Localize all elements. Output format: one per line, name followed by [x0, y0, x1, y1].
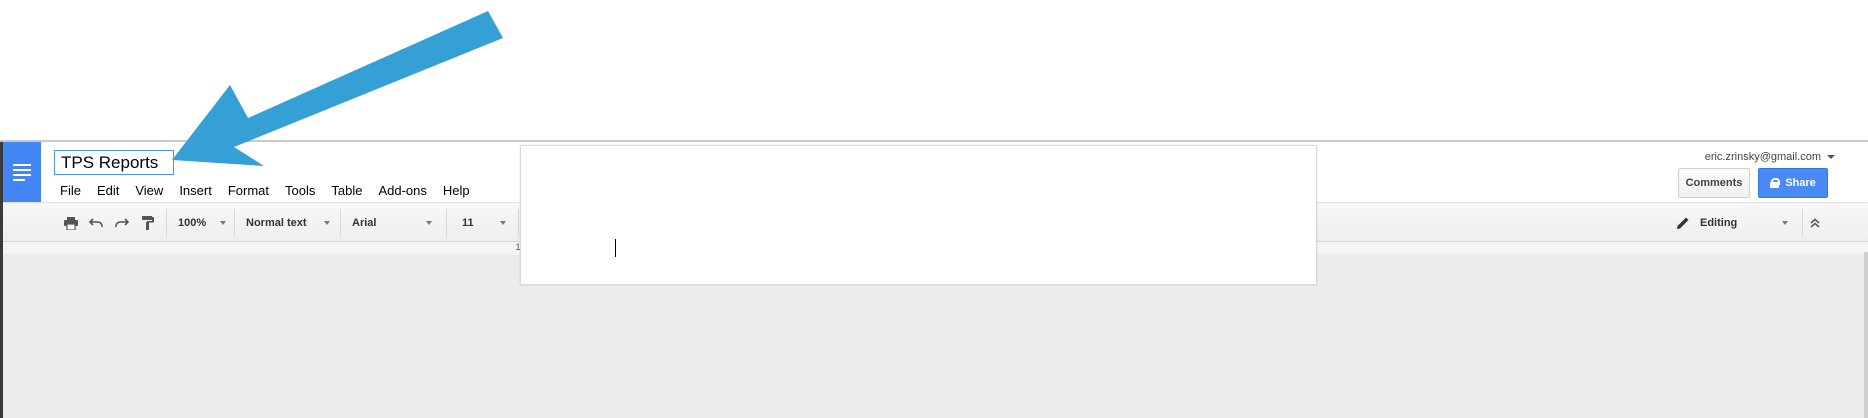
paragraph-style-select[interactable]: Normal text: [240, 211, 336, 235]
editing-mode-value: Editing: [1700, 217, 1738, 229]
menu-format[interactable]: Format: [220, 181, 277, 200]
font-size-value: 11: [462, 217, 474, 229]
collapse-menus-icon[interactable]: [1804, 211, 1826, 235]
menu-table[interactable]: Table: [323, 181, 370, 200]
paint-format-icon[interactable]: [137, 211, 159, 235]
zoom-select[interactable]: 100%: [172, 211, 232, 235]
menu-edit[interactable]: Edit: [89, 181, 127, 200]
menu-tools[interactable]: Tools: [277, 181, 323, 200]
menu-file[interactable]: File: [52, 181, 89, 200]
pencil-icon: [1677, 217, 1689, 229]
print-icon[interactable]: [60, 211, 82, 235]
screenshot-stage: File Edit View Insert Format Tools Table…: [0, 0, 1868, 418]
menu-view[interactable]: View: [127, 181, 171, 200]
comments-button[interactable]: Comments: [1678, 168, 1750, 198]
zoom-value: 100%: [178, 217, 207, 229]
text-cursor: [615, 239, 616, 257]
window-edge: [0, 142, 3, 418]
chevron-down-icon: [1782, 221, 1788, 225]
chevron-down-icon: [324, 221, 330, 225]
share-button-label: Share: [1785, 177, 1816, 189]
chevron-down-icon: [500, 221, 506, 225]
redo-icon[interactable]: [111, 211, 133, 235]
menu-bar: File Edit View Insert Format Tools Table…: [52, 178, 478, 202]
account-email: eric.zrinsky@gmail.com: [1704, 151, 1821, 163]
chevron-down-icon: [426, 221, 432, 225]
paragraph-style-value: Normal text: [246, 217, 307, 229]
font-size-select[interactable]: 11: [456, 211, 512, 235]
chevron-down-icon: [220, 221, 226, 225]
menu-insert[interactable]: Insert: [171, 181, 220, 200]
vertical-scrollbar[interactable]: [1864, 252, 1868, 418]
document-page[interactable]: [520, 145, 1317, 285]
share-button[interactable]: Share: [1758, 168, 1828, 198]
docs-home-button[interactable]: [3, 142, 41, 202]
font-family-select[interactable]: Arial: [346, 211, 438, 235]
document-title-input[interactable]: [54, 150, 174, 175]
lock-icon: [1770, 178, 1781, 188]
hamburger-menu-icon: [13, 163, 31, 181]
font-family-value: Arial: [352, 217, 377, 229]
menu-help[interactable]: Help: [435, 181, 478, 200]
chevron-down-icon: [1827, 155, 1835, 159]
menu-addons[interactable]: Add-ons: [370, 181, 434, 200]
undo-icon[interactable]: [85, 211, 107, 235]
account-switcher[interactable]: eric.zrinsky@gmail.com: [1705, 151, 1835, 163]
editing-mode-select[interactable]: Editing: [1676, 211, 1796, 235]
